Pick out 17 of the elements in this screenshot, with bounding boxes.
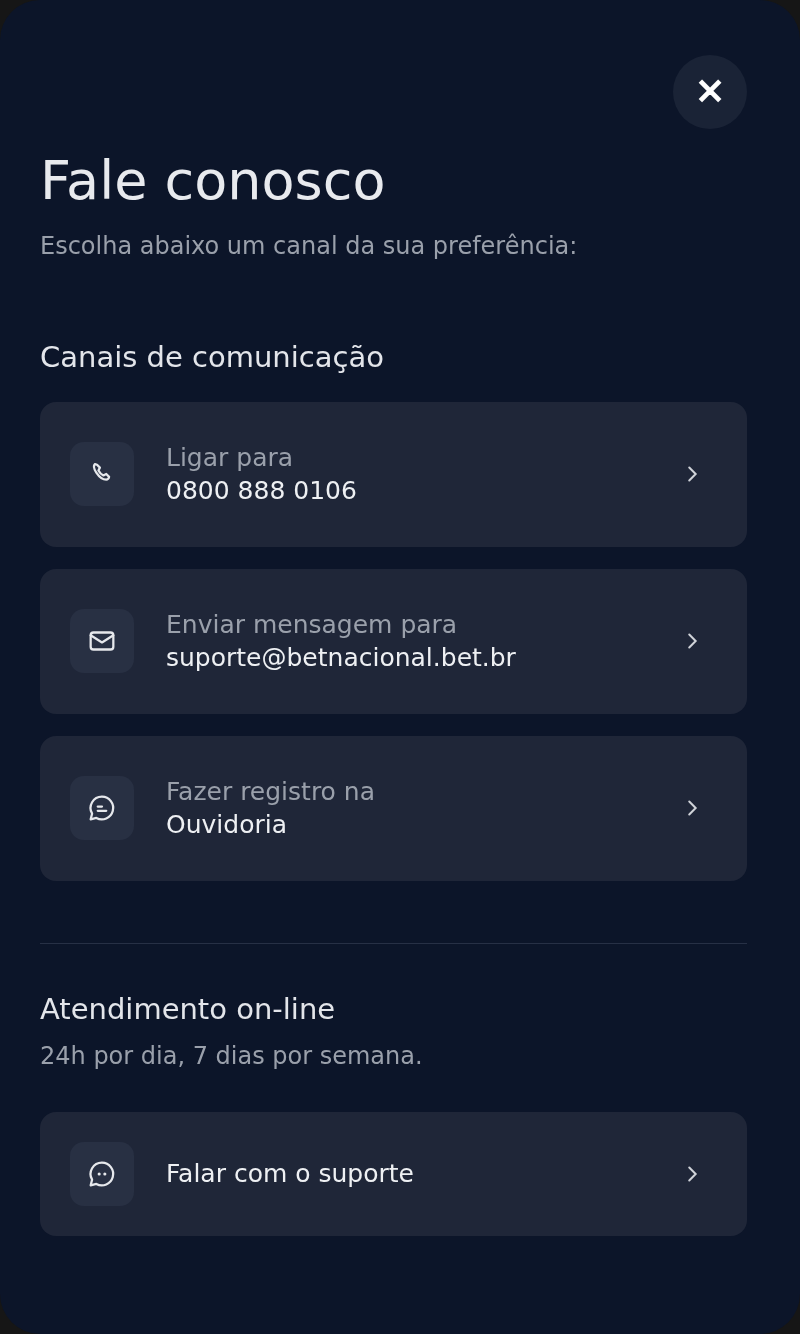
option-value: Ouvidoria bbox=[166, 810, 288, 840]
option-value: suporte@betnacional.bet.br bbox=[166, 643, 517, 673]
option-label: Enviar mensagem para bbox=[166, 610, 459, 640]
option-label: Fazer registro na bbox=[166, 777, 377, 807]
dialog-subtitle: Escolha abaixo um canal da sua preferência: bbox=[40, 231, 579, 260]
option-value: 0800 888 0106 bbox=[166, 476, 358, 506]
section-heading: Atendimento on-line bbox=[40, 991, 337, 1026]
close-button[interactable]: ✕ bbox=[673, 55, 747, 129]
option-value: Falar com o suporte bbox=[166, 1159, 415, 1189]
contact-option[interactable]: Ligar para 0800 888 0106 bbox=[40, 401, 747, 547]
section-note: 24h por dia, 7 dias por semana. bbox=[40, 1041, 424, 1070]
option-label: Ligar para bbox=[166, 443, 295, 473]
section-heading: Canais de comunicação bbox=[40, 339, 385, 374]
contact-option[interactable]: Fazer registro na Ouvidoria bbox=[40, 735, 747, 881]
contact-option[interactable]: Falar com o suporte bbox=[40, 1111, 747, 1236]
contact-option[interactable]: Enviar mensagem para suporte@betnacional.bet.br bbox=[40, 568, 747, 714]
dialog-title: Fale conosco bbox=[40, 149, 387, 214]
